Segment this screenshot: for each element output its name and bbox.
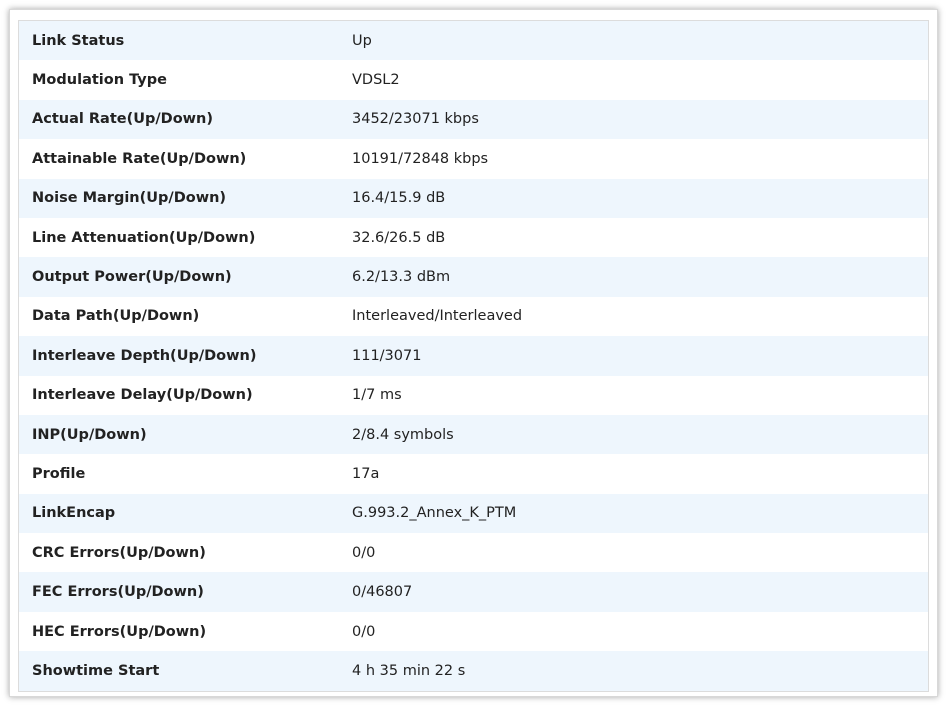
row-value: 2/8.4 symbols [352,426,454,443]
row-label: Modulation Type [32,72,167,89]
table-row: CRC Errors(Up/Down) 0/0 [19,533,928,573]
row-value: 0/0 [352,623,376,640]
table-row: Output Power(Up/Down) 6.2/13.3 dBm [19,257,928,297]
row-value: 6.2/13.3 dBm [352,269,451,286]
row-label: Output Power(Up/Down) [32,269,232,286]
row-value: Up [352,32,372,49]
table-row: Actual Rate(Up/Down) 3452/23071 kbps [19,99,928,140]
row-value: 16.4/15.9 dB [352,190,446,207]
row-value: 17a [352,465,380,482]
row-value: Interleaved/Interleaved [352,308,523,325]
row-value: VDSL2 [352,72,400,89]
table-row: Noise Margin(Up/Down) 16.4/15.9 dB [19,178,928,218]
row-value: 3452/23071 kbps [352,111,479,128]
row-label: Actual Rate(Up/Down) [32,111,214,128]
row-value: 4 h 35 min 22 s [352,662,466,679]
table-row: HEC Errors(Up/Down) 0/0 [19,611,928,652]
row-label: Interleave Depth(Up/Down) [32,347,257,364]
row-label: FEC Errors(Up/Down) [32,584,204,601]
row-value: 111/3071 [352,347,422,364]
row-label: Profile [32,465,86,482]
row-value: 32.6/26.5 dB [352,229,446,246]
row-label: Attainable Rate(Up/Down) [32,150,247,167]
dsl-status-table: Link Status Up Modulation Type VDSL2 Act… [18,20,929,692]
row-value: 0/46807 [352,584,413,601]
row-value: 0/0 [352,544,376,561]
row-value: 1/7 ms [352,387,402,404]
row-label: LinkEncap [32,505,116,522]
table-row: Interleave Depth(Up/Down) 111/3071 [19,336,928,376]
table-row: Data Path(Up/Down) Interleaved/Interleav… [19,296,928,337]
row-label: Data Path(Up/Down) [32,308,200,325]
row-label: INP(Up/Down) [32,426,147,443]
row-label: Showtime Start [32,662,160,679]
row-value: 10191/72848 kbps [352,150,489,167]
table-row: Attainable Rate(Up/Down) 10191/72848 kbp… [19,139,928,179]
table-row: Showtime Start 4 h 35 min 22 s [19,651,928,691]
row-label: CRC Errors(Up/Down) [32,544,206,561]
table-row: Link Status Up [19,21,928,61]
table-row: LinkEncap G.993.2_Annex_K_PTM [19,493,928,534]
table-row: INP(Up/Down) 2/8.4 symbols [19,414,928,455]
table-row: Modulation Type VDSL2 [19,60,928,100]
table-row: FEC Errors(Up/Down) 0/46807 [19,572,928,612]
dsl-status-panel: Link Status Up Modulation Type VDSL2 Act… [9,9,938,697]
row-label: Link Status [32,32,125,49]
row-value: G.993.2_Annex_K_PTM [352,505,517,522]
table-row: Profile 17a [19,454,928,494]
table-row: Interleave Delay(Up/Down) 1/7 ms [19,375,928,415]
table-row: Line Attenuation(Up/Down) 32.6/26.5 dB [19,217,928,258]
row-label: Line Attenuation(Up/Down) [32,229,256,246]
row-label: HEC Errors(Up/Down) [32,623,207,640]
row-label: Interleave Delay(Up/Down) [32,387,253,404]
row-label: Noise Margin(Up/Down) [32,190,227,207]
